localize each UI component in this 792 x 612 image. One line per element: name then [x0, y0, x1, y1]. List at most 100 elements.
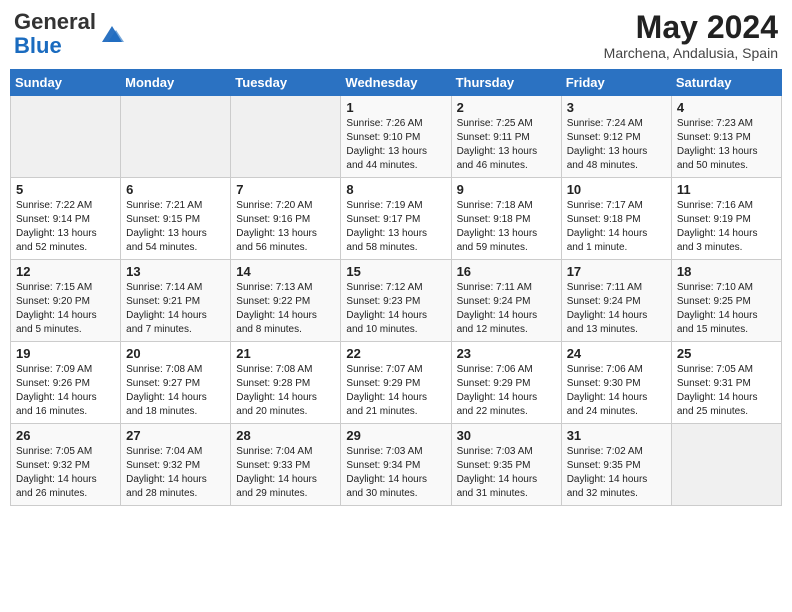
day-info: Sunrise: 7:02 AM Sunset: 9:35 PM Dayligh…	[567, 445, 666, 501]
logo-blue-text: Blue	[14, 33, 62, 58]
day-info: Sunrise: 7:08 AM Sunset: 9:28 PM Dayligh…	[236, 363, 335, 419]
day-info: Sunrise: 7:08 AM Sunset: 9:27 PM Dayligh…	[126, 363, 225, 419]
day-info: Sunrise: 7:23 AM Sunset: 9:13 PM Dayligh…	[677, 117, 776, 173]
day-info: Sunrise: 7:14 AM Sunset: 9:21 PM Dayligh…	[126, 281, 225, 337]
calendar-cell: 7 Sunrise: 7:20 AM Sunset: 9:16 PM Daylig…	[231, 178, 341, 260]
day-info: Sunrise: 7:06 AM Sunset: 9:29 PM Dayligh…	[457, 363, 556, 419]
day-number: 5	[16, 182, 115, 197]
weekday-header: Saturday	[671, 70, 781, 96]
day-info: Sunrise: 7:04 AM Sunset: 9:32 PM Dayligh…	[126, 445, 225, 501]
day-number: 28	[236, 428, 335, 443]
day-number: 19	[16, 346, 115, 361]
day-number: 10	[567, 182, 666, 197]
day-info: Sunrise: 7:12 AM Sunset: 9:23 PM Dayligh…	[346, 281, 445, 337]
day-number: 22	[346, 346, 445, 361]
day-number: 27	[126, 428, 225, 443]
calendar-cell: 30Sunrise: 7:03 AM Sunset: 9:35 PM Dayli…	[451, 424, 561, 506]
calendar-cell: 20 Sunrise: 7:08 AM Sunset: 9:27 PM Dayli…	[121, 342, 231, 424]
day-info: Sunrise: 7:06 AM Sunset: 9:30 PM Dayligh…	[567, 363, 666, 419]
day-info: Sunrise: 7:16 AM Sunset: 9:19 PM Dayligh…	[677, 199, 776, 255]
logo: General Blue	[14, 10, 126, 58]
day-number: 25	[677, 346, 776, 361]
weekday-header: Monday	[121, 70, 231, 96]
weekday-header: Friday	[561, 70, 671, 96]
day-info: Sunrise: 7:22 AM Sunset: 9:14 PM Dayligh…	[16, 199, 115, 255]
calendar-cell: 24 Sunrise: 7:06 AM Sunset: 9:30 PM Dayli…	[561, 342, 671, 424]
day-info: Sunrise: 7:13 AM Sunset: 9:22 PM Dayligh…	[236, 281, 335, 337]
calendar-cell: 27 Sunrise: 7:04 AM Sunset: 9:32 PM Dayli…	[121, 424, 231, 506]
logo-general-text: General	[14, 9, 96, 34]
day-number: 12	[16, 264, 115, 279]
calendar-cell: 28 Sunrise: 7:04 AM Sunset: 9:33 PM Dayli…	[231, 424, 341, 506]
day-number: 2	[457, 100, 556, 115]
day-info: Sunrise: 7:11 AM Sunset: 9:24 PM Dayligh…	[567, 281, 666, 337]
day-info: Sunrise: 7:11 AM Sunset: 9:24 PM Dayligh…	[457, 281, 556, 337]
day-info: Sunrise: 7:20 AM Sunset: 9:16 PM Dayligh…	[236, 199, 335, 255]
calendar-cell: 25 Sunrise: 7:05 AM Sunset: 9:31 PM Dayli…	[671, 342, 781, 424]
day-number: 31	[567, 428, 666, 443]
day-number: 14	[236, 264, 335, 279]
day-info: Sunrise: 7:17 AM Sunset: 9:18 PM Dayligh…	[567, 199, 666, 255]
calendar-cell: 2 Sunrise: 7:25 AM Sunset: 9:11 PM Daylig…	[451, 96, 561, 178]
weekday-header: Tuesday	[231, 70, 341, 96]
day-info: Sunrise: 7:15 AM Sunset: 9:20 PM Dayligh…	[16, 281, 115, 337]
calendar-cell: 10 Sunrise: 7:17 AM Sunset: 9:18 PM Dayli…	[561, 178, 671, 260]
day-number: 11	[677, 182, 776, 197]
day-info: Sunrise: 7:18 AM Sunset: 9:18 PM Dayligh…	[457, 199, 556, 255]
day-number: 7	[236, 182, 335, 197]
day-number: 4	[677, 100, 776, 115]
day-info: Sunrise: 7:04 AM Sunset: 9:33 PM Dayligh…	[236, 445, 335, 501]
calendar-header-row: SundayMondayTuesdayWednesdayThursdayFrid…	[11, 70, 782, 96]
calendar-cell: 4 Sunrise: 7:23 AM Sunset: 9:13 PM Daylig…	[671, 96, 781, 178]
day-number: 8	[346, 182, 445, 197]
day-info: Sunrise: 7:19 AM Sunset: 9:17 PM Dayligh…	[346, 199, 445, 255]
day-number: 21	[236, 346, 335, 361]
calendar-cell: 26Sunrise: 7:05 AM Sunset: 9:32 PM Dayli…	[11, 424, 121, 506]
title-block: May 2024 Marchena, Andalusia, Spain	[604, 10, 778, 61]
calendar-cell: 29 Sunrise: 7:03 AM Sunset: 9:34 PM Dayli…	[341, 424, 451, 506]
day-info: Sunrise: 7:21 AM Sunset: 9:15 PM Dayligh…	[126, 199, 225, 255]
calendar-cell: 18Sunrise: 7:10 AM Sunset: 9:25 PM Dayli…	[671, 260, 781, 342]
calendar-cell: 1Sunrise: 7:26 AM Sunset: 9:10 PM Daylig…	[341, 96, 451, 178]
day-number: 17	[567, 264, 666, 279]
calendar-cell: 16Sunrise: 7:11 AM Sunset: 9:24 PM Dayli…	[451, 260, 561, 342]
day-number: 15	[346, 264, 445, 279]
calendar-week-row: 12 Sunrise: 7:15 AM Sunset: 9:20 PM Dayli…	[11, 260, 782, 342]
day-info: Sunrise: 7:25 AM Sunset: 9:11 PM Dayligh…	[457, 117, 556, 173]
day-number: 24	[567, 346, 666, 361]
weekday-header: Wednesday	[341, 70, 451, 96]
location: Marchena, Andalusia, Spain	[604, 45, 778, 61]
day-info: Sunrise: 7:09 AM Sunset: 9:26 PM Dayligh…	[16, 363, 115, 419]
calendar-week-row: 1Sunrise: 7:26 AM Sunset: 9:10 PM Daylig…	[11, 96, 782, 178]
day-info: Sunrise: 7:24 AM Sunset: 9:12 PM Dayligh…	[567, 117, 666, 173]
day-number: 29	[346, 428, 445, 443]
calendar-cell: 17 Sunrise: 7:11 AM Sunset: 9:24 PM Dayli…	[561, 260, 671, 342]
page-header: General Blue May 2024 Marchena, Andalusi…	[10, 10, 782, 61]
calendar-cell: 5 Sunrise: 7:22 AM Sunset: 9:14 PM Daylig…	[11, 178, 121, 260]
calendar-cell: 8 Sunrise: 7:19 AM Sunset: 9:17 PM Daylig…	[341, 178, 451, 260]
day-number: 20	[126, 346, 225, 361]
calendar-cell: 23Sunrise: 7:06 AM Sunset: 9:29 PM Dayli…	[451, 342, 561, 424]
calendar-cell: 11 Sunrise: 7:16 AM Sunset: 9:19 PM Dayli…	[671, 178, 781, 260]
calendar-cell: 14 Sunrise: 7:13 AM Sunset: 9:22 PM Dayli…	[231, 260, 341, 342]
calendar-cell: 9Sunrise: 7:18 AM Sunset: 9:18 PM Daylig…	[451, 178, 561, 260]
calendar-cell: 22 Sunrise: 7:07 AM Sunset: 9:29 PM Dayli…	[341, 342, 451, 424]
day-info: Sunrise: 7:05 AM Sunset: 9:32 PM Dayligh…	[16, 445, 115, 501]
calendar-cell: 6 Sunrise: 7:21 AM Sunset: 9:15 PM Daylig…	[121, 178, 231, 260]
logo-icon	[98, 20, 126, 48]
calendar-week-row: 19 Sunrise: 7:09 AM Sunset: 9:26 PM Dayli…	[11, 342, 782, 424]
day-info: Sunrise: 7:03 AM Sunset: 9:34 PM Dayligh…	[346, 445, 445, 501]
month-year: May 2024	[604, 10, 778, 45]
day-number: 1	[346, 100, 445, 115]
day-number: 6	[126, 182, 225, 197]
calendar-cell: 13Sunrise: 7:14 AM Sunset: 9:21 PM Dayli…	[121, 260, 231, 342]
day-number: 3	[567, 100, 666, 115]
calendar-cell: 21 Sunrise: 7:08 AM Sunset: 9:28 PM Dayli…	[231, 342, 341, 424]
calendar-week-row: 26Sunrise: 7:05 AM Sunset: 9:32 PM Dayli…	[11, 424, 782, 506]
weekday-header: Thursday	[451, 70, 561, 96]
weekday-header: Sunday	[11, 70, 121, 96]
calendar-cell	[121, 96, 231, 178]
day-info: Sunrise: 7:07 AM Sunset: 9:29 PM Dayligh…	[346, 363, 445, 419]
calendar-cell: 15 Sunrise: 7:12 AM Sunset: 9:23 PM Dayli…	[341, 260, 451, 342]
day-info: Sunrise: 7:05 AM Sunset: 9:31 PM Dayligh…	[677, 363, 776, 419]
